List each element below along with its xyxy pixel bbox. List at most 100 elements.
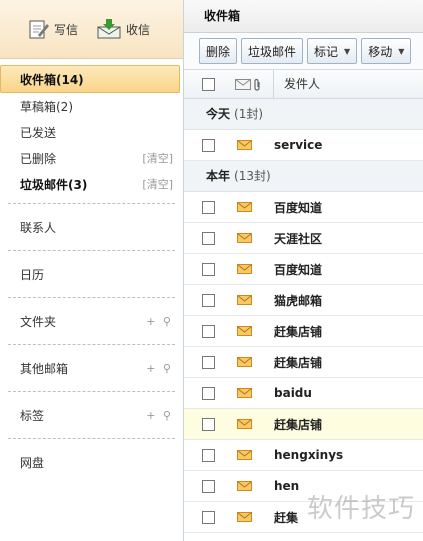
year-list: 百度知道 天涯社区 百度知道 猫虎邮箱 赶集店铺 赶集店铺 baidu 赶集店铺 hengxin… xyxy=(184,192,423,533)
table-row[interactable]: baidu xyxy=(184,378,423,409)
add-settings-icon[interactable]: + ⚲ xyxy=(146,362,173,375)
receive-button[interactable]: 收信 xyxy=(96,18,150,40)
sender-name: service xyxy=(274,138,323,152)
table-row[interactable]: 赶集店铺 xyxy=(184,316,423,347)
toolbar: 删除 垃圾邮件 标记 ▼ 移动 ▼ xyxy=(184,33,423,70)
unread-envelope-icon xyxy=(237,450,252,460)
section-today: 今天 (1封) xyxy=(184,99,423,130)
unread-envelope-icon xyxy=(237,481,252,491)
folder-sent[interactable]: 已发送 xyxy=(0,119,183,145)
sender-name: baidu xyxy=(274,386,312,400)
write-button[interactable]: 写信 xyxy=(28,18,78,40)
row-checkbox[interactable] xyxy=(202,355,215,369)
table-row[interactable]: hengxinys xyxy=(184,440,423,471)
row-checkbox[interactable] xyxy=(202,510,215,524)
folder-inbox[interactable]: 收件箱(14) xyxy=(0,65,180,93)
table-row[interactable]: 赶集 xyxy=(184,502,423,533)
chevron-down-icon: ▼ xyxy=(344,46,351,56)
row-checkbox[interactable] xyxy=(202,448,215,462)
add-settings-icon[interactable]: + ⚲ xyxy=(146,409,173,422)
table-row[interactable]: hen xyxy=(184,471,423,502)
folder-drafts[interactable]: 草稿箱(2) xyxy=(0,93,183,119)
attachment-icon xyxy=(254,78,260,91)
row-checkbox[interactable] xyxy=(202,479,215,493)
unread-envelope-icon xyxy=(237,388,252,398)
mark-label: 标记 xyxy=(314,44,339,59)
mark-dropdown[interactable]: 标记 ▼ xyxy=(307,38,358,64)
row-checkbox[interactable] xyxy=(202,386,215,400)
unread-envelope-icon xyxy=(237,295,252,305)
calendar-link[interactable]: 日历 xyxy=(0,257,183,291)
header-icons xyxy=(235,78,261,91)
clear-spam-link[interactable]: [清空] xyxy=(142,176,173,192)
row-checkbox[interactable] xyxy=(202,324,215,338)
divider xyxy=(8,250,175,251)
folder-label: 垃圾邮件(3) xyxy=(20,177,88,192)
divider xyxy=(8,203,175,204)
write-label: 写信 xyxy=(54,22,79,37)
sender-name: 赶集 xyxy=(274,510,299,525)
row-checkbox[interactable] xyxy=(202,200,215,214)
table-row[interactable]: 赶集店铺 xyxy=(184,347,423,378)
section-label: 今天 xyxy=(206,107,231,121)
table-row[interactable]: 百度知道 xyxy=(184,254,423,285)
mail-list-panel: 收件箱 删除 垃圾邮件 标记 ▼ 移动 ▼ 发件人 今天 (1封) servic… xyxy=(184,0,423,541)
divider xyxy=(8,438,175,439)
folder-label: 已删除 xyxy=(20,151,57,166)
unread-envelope-icon xyxy=(237,326,252,336)
sender-name: 赶集店铺 xyxy=(274,324,323,339)
unread-envelope-icon xyxy=(237,202,252,212)
group-label: 文件夹 xyxy=(20,314,57,329)
folder-label: 已发送 xyxy=(20,125,57,140)
row-checkbox[interactable] xyxy=(202,262,215,276)
table-row[interactable]: 百度知道 xyxy=(184,192,423,223)
row-checkbox[interactable] xyxy=(202,231,215,245)
sender-name: 天涯社区 xyxy=(274,231,323,246)
move-dropdown[interactable]: 移动 ▼ xyxy=(361,38,412,64)
unread-envelope-icon xyxy=(237,357,252,367)
group-tags[interactable]: 标签 + ⚲ xyxy=(0,398,183,432)
section-label: 本年 xyxy=(206,169,231,183)
compose-bar: 写信 收信 xyxy=(0,0,183,59)
divider xyxy=(8,344,175,345)
write-icon xyxy=(29,20,49,39)
unread-envelope-icon xyxy=(237,233,252,243)
row-checkbox[interactable] xyxy=(202,138,215,152)
sidebar: 写信 收信 收件箱(14) 草稿箱(2) 已发送 已删除 [清空] 垃圾邮件(3… xyxy=(0,0,184,541)
section-count: (1封) xyxy=(234,107,264,121)
sender-column-header[interactable]: 发件人 xyxy=(273,70,320,98)
group-label: 标签 xyxy=(20,408,45,423)
row-checkbox[interactable] xyxy=(202,293,215,307)
spam-button[interactable]: 垃圾邮件 xyxy=(241,38,304,64)
spam-label: 垃圾邮件 xyxy=(248,44,297,59)
table-row[interactable]: 猫虎邮箱 xyxy=(184,285,423,316)
contacts-label: 联系人 xyxy=(20,220,57,235)
folder-spam[interactable]: 垃圾邮件(3) [清空] xyxy=(0,171,183,197)
group-other-mailboxes[interactable]: 其他邮箱 + ⚲ xyxy=(0,351,183,385)
table-row[interactable]: 天涯社区 xyxy=(184,223,423,254)
envelope-icon xyxy=(235,78,251,90)
divider xyxy=(8,297,175,298)
sender-name: 百度知道 xyxy=(274,262,323,277)
sender-name: hengxinys xyxy=(274,448,344,462)
clear-deleted-link[interactable]: [清空] xyxy=(142,150,173,166)
list-header: 发件人 xyxy=(184,70,423,99)
unread-envelope-icon xyxy=(237,419,252,429)
add-settings-icon[interactable]: + ⚲ xyxy=(146,315,173,328)
folder-deleted[interactable]: 已删除 [清空] xyxy=(0,145,183,171)
sender-name: hen xyxy=(274,479,300,493)
group-folders[interactable]: 文件夹 + ⚲ xyxy=(0,304,183,338)
folder-label: 草稿箱(2) xyxy=(20,99,73,114)
delete-button[interactable]: 删除 xyxy=(199,38,238,64)
netdisk-link[interactable]: 网盘 xyxy=(0,445,183,479)
row-checkbox[interactable] xyxy=(202,417,215,431)
netdisk-label: 网盘 xyxy=(20,455,45,470)
divider xyxy=(8,391,175,392)
table-row[interactable]: 赶集店铺 xyxy=(184,409,423,440)
select-all-checkbox[interactable] xyxy=(202,77,215,91)
contacts-link[interactable]: 联系人 xyxy=(0,210,183,244)
unread-envelope-icon xyxy=(237,140,252,150)
table-row[interactable]: service xyxy=(184,130,423,161)
sender-name: 赶集店铺 xyxy=(274,355,323,370)
folder-label: 收件箱(14) xyxy=(20,72,84,87)
